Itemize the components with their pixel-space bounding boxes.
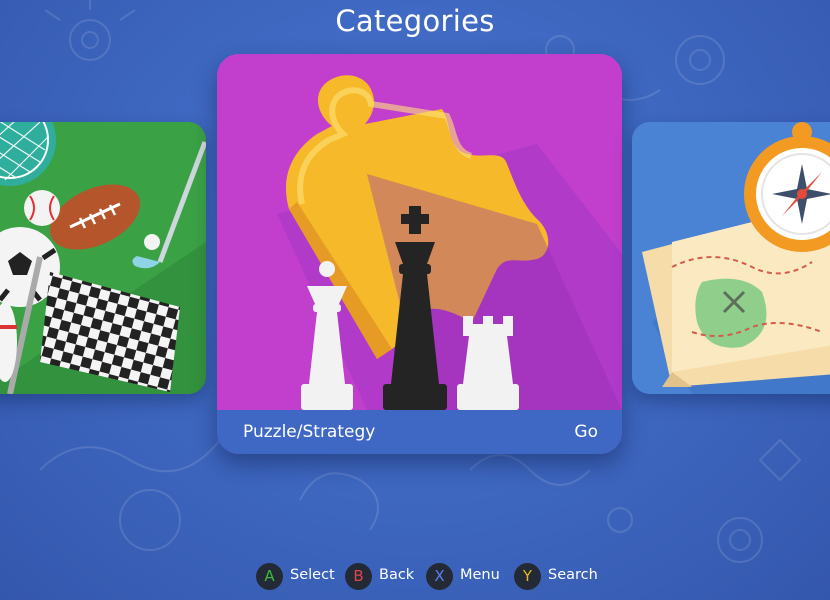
category-card-puzzle-strategy[interactable]: Puzzle/Strategy Go bbox=[217, 54, 622, 454]
hint-menu-label: Menu bbox=[460, 567, 500, 583]
hint-select-label: Select bbox=[290, 567, 335, 583]
controller-hints: A Select B Back X Menu Y Search bbox=[0, 561, 830, 591]
card-footer: Puzzle/Strategy Go bbox=[217, 410, 622, 454]
sports-icon bbox=[0, 122, 206, 394]
category-label: Puzzle/Strategy bbox=[243, 422, 376, 442]
category-card-adventure[interactable] bbox=[632, 122, 830, 394]
b-button-icon: B bbox=[345, 563, 372, 590]
a-button-icon: A bbox=[256, 563, 283, 590]
page-title: Categories bbox=[335, 4, 495, 38]
go-button[interactable]: Go bbox=[574, 422, 598, 442]
x-button-icon: X bbox=[426, 563, 453, 590]
hint-search-label: Search bbox=[548, 567, 598, 583]
y-button-icon: Y bbox=[514, 563, 541, 590]
hint-back-label: Back bbox=[379, 567, 415, 583]
puzzle-chess-icon bbox=[217, 54, 622, 410]
category-card-sports[interactable] bbox=[0, 122, 206, 394]
treasure-map-icon bbox=[632, 122, 830, 394]
